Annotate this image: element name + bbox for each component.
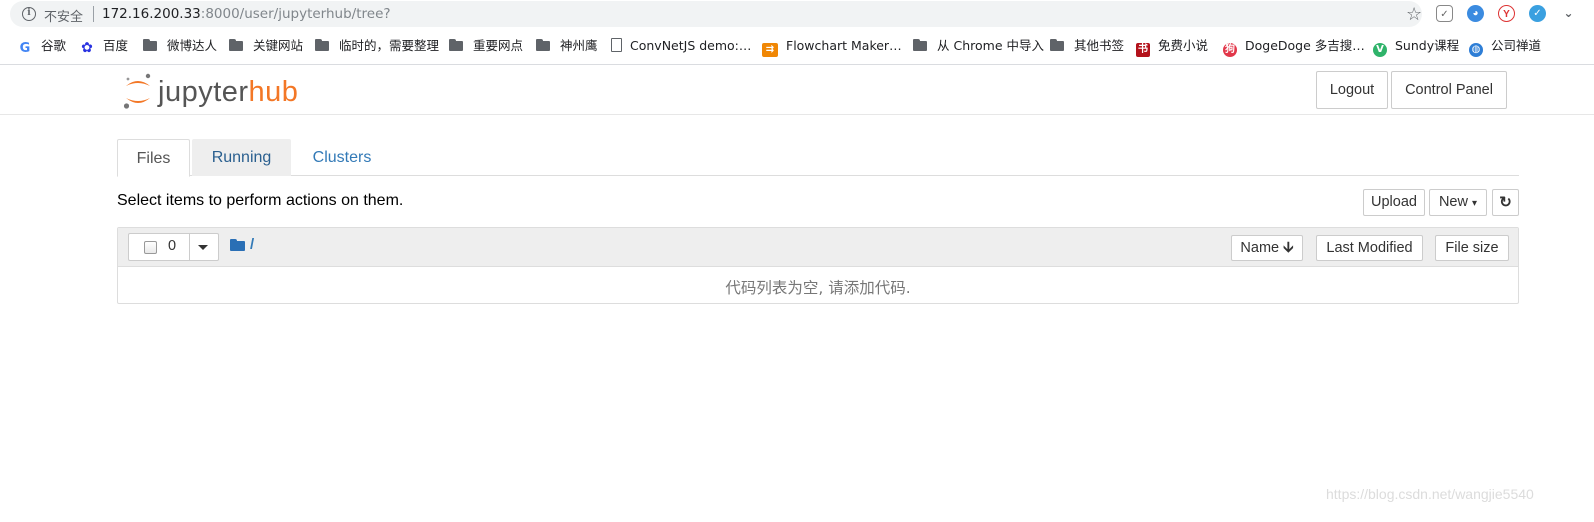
bookmark-label: 微博达人 [167, 38, 218, 53]
y-extension-icon[interactable]: Y [1498, 5, 1515, 22]
url-text[interactable]: 172.16.200.33:8000/user/jupyterhub/tree? [102, 6, 391, 22]
bookmark-folder-other[interactable]: 其他书签 [1050, 37, 1124, 55]
bookmark-label: 公司禅道 [1491, 38, 1542, 53]
logout-button[interactable]: Logout [1316, 71, 1388, 109]
selected-count: 0 [168, 238, 177, 254]
file-list: 0 / Name 🡫 Last Modified File size 代码列表为… [117, 227, 1519, 304]
jupyterhub-header: jupyterhub Logout Control Panel [0, 65, 1594, 115]
bookmark-label: 其他书签 [1074, 38, 1125, 53]
folder-icon [536, 38, 552, 52]
folder-icon [143, 38, 159, 52]
bookmark-sundy[interactable]: V Sundy课程 [1373, 37, 1460, 57]
shield-extension-icon[interactable]: ✓ [1436, 5, 1453, 22]
url-host: 172.16.200.33 [102, 6, 201, 22]
bookmark-label: 从 Chrome 中导入 [937, 38, 1044, 53]
bookmark-star-icon[interactable]: ☆ [1406, 4, 1422, 24]
bookmarks-bar: G 谷歌 ✿ 百度 微博达人 关键网站 临时的，需要整理 重要网点 神州鹰 Conv… [0, 32, 1594, 60]
folder-icon [315, 38, 331, 52]
select-divider [189, 234, 190, 260]
breadcrumb-root[interactable]: / [250, 236, 254, 253]
bookmark-label: ConvNetJS demo:… [630, 38, 752, 53]
bookmark-label: 关键网站 [253, 38, 304, 53]
baidu-paw-icon: ✿ [81, 40, 93, 56]
select-items-message: Select items to perform actions on them. [117, 192, 404, 209]
new-label: New [1438, 194, 1468, 210]
new-dropdown-button[interactable]: New ▾ [1429, 189, 1487, 216]
folder-icon [229, 38, 245, 52]
bookmark-label: 谷歌 [41, 38, 67, 53]
cloud-extension-icon[interactable]: ◕ [1467, 5, 1484, 22]
folder-icon [1050, 38, 1066, 52]
bookmark-novel[interactable]: 书免费小说 [1136, 37, 1209, 57]
chevron-down-icon[interactable]: ⌄ [1560, 5, 1577, 22]
sort-last-modified-button[interactable]: Last Modified [1316, 235, 1423, 261]
bookmark-baidu[interactable]: ✿ 百度 [79, 37, 128, 55]
sort-name-button[interactable]: Name 🡫 [1231, 235, 1303, 261]
tab-files[interactable]: Files [117, 139, 190, 177]
bookmark-label: 重要网点 [473, 38, 524, 53]
bookmark-label: 百度 [103, 38, 129, 53]
bookmark-folder-key-sites[interactable]: 关键网站 [229, 37, 303, 55]
tab-bar: Files Running Clusters [117, 139, 1519, 177]
refresh-button[interactable]: ↻ [1492, 189, 1519, 216]
security-label[interactable]: 不安全 [44, 6, 83, 25]
bookmark-label: Sundy课程 [1395, 38, 1460, 53]
bookmark-convnetjs[interactable]: ConvNetJS demo:… [611, 37, 751, 55]
control-panel-button[interactable]: Control Panel [1391, 71, 1507, 109]
bookmark-folder-import-chrome[interactable]: 从 Chrome 中导入 [913, 37, 1044, 55]
flowchart-icon: ⇉ [762, 43, 778, 57]
dogedoge-icon: 狗 [1223, 43, 1237, 57]
tab-clusters[interactable]: Clusters [293, 139, 391, 176]
bookmark-flowchart[interactable]: ⇉ Flowchart Maker… [762, 37, 902, 57]
bookmark-label: 神州鹰 [560, 38, 598, 53]
select-menu-caret-icon[interactable] [198, 245, 208, 250]
bookmark-label: DogeDoge 多吉搜… [1245, 38, 1365, 53]
logo-hub-text: hub [248, 76, 299, 108]
bookmark-folder-weibo[interactable]: 微博达人 [143, 37, 217, 55]
bookmark-label: Flowchart Maker… [786, 38, 902, 53]
url-separator [93, 6, 94, 22]
book-icon: 书 [1136, 43, 1150, 57]
watermark: https://blog.csdn.net/wangjie5540 [1326, 486, 1534, 502]
bookmark-folder-temp[interactable]: 临时的，需要整理 [315, 37, 439, 55]
bookmark-label: 临时的，需要整理 [339, 38, 440, 53]
folder-icon [913, 38, 929, 52]
logo-jupyter-text: jupyter [158, 76, 249, 108]
check-extension-icon[interactable]: ✓ [1529, 5, 1546, 22]
info-icon[interactable]: i [22, 7, 36, 21]
globe-icon: ◍ [1469, 43, 1483, 57]
address-bar[interactable]: i 不安全 172.16.200.33:8000/user/jupyterhub… [10, 1, 1422, 27]
vue-icon: V [1373, 43, 1387, 57]
upload-button[interactable]: Upload [1363, 189, 1425, 216]
bookmark-folder-important[interactable]: 重要网点 [449, 37, 523, 55]
bookmark-label: 免费小说 [1158, 38, 1209, 53]
bookmark-dogedoge[interactable]: 狗 DogeDoge 多吉搜… [1223, 37, 1365, 57]
logo-wordmark: jupyterhub [158, 75, 298, 109]
name-column-label: Name [1240, 240, 1280, 256]
sort-file-size-button[interactable]: File size [1435, 235, 1509, 261]
jupyter-planet-icon [123, 73, 151, 109]
caret-down-icon: ▾ [1472, 198, 1478, 209]
url-path: :8000/user/jupyterhub/tree? [200, 6, 391, 22]
select-all-group: 0 [128, 233, 219, 261]
bookmark-google[interactable]: G 谷歌 [17, 37, 67, 56]
select-all-checkbox[interactable] [144, 241, 157, 254]
bookmark-zentao[interactable]: ◍ 公司禅道 [1469, 37, 1542, 57]
tab-running[interactable]: Running [192, 139, 291, 176]
empty-list-message: 代码列表为空, 请添加代码. [725, 279, 911, 297]
browser-address-row: i 不安全 172.16.200.33:8000/user/jupyterhub… [0, 0, 1594, 28]
refresh-icon: ↻ [1499, 193, 1512, 211]
folder-icon[interactable] [230, 239, 245, 251]
bookmark-folder-shenzhouying[interactable]: 神州鹰 [536, 37, 598, 55]
folder-icon [449, 38, 465, 52]
arrow-down-icon: 🡫 [1283, 240, 1294, 256]
file-list-header: 0 / Name 🡫 Last Modified File size [118, 228, 1518, 267]
page-icon [611, 38, 622, 52]
google-icon: G [19, 41, 31, 56]
